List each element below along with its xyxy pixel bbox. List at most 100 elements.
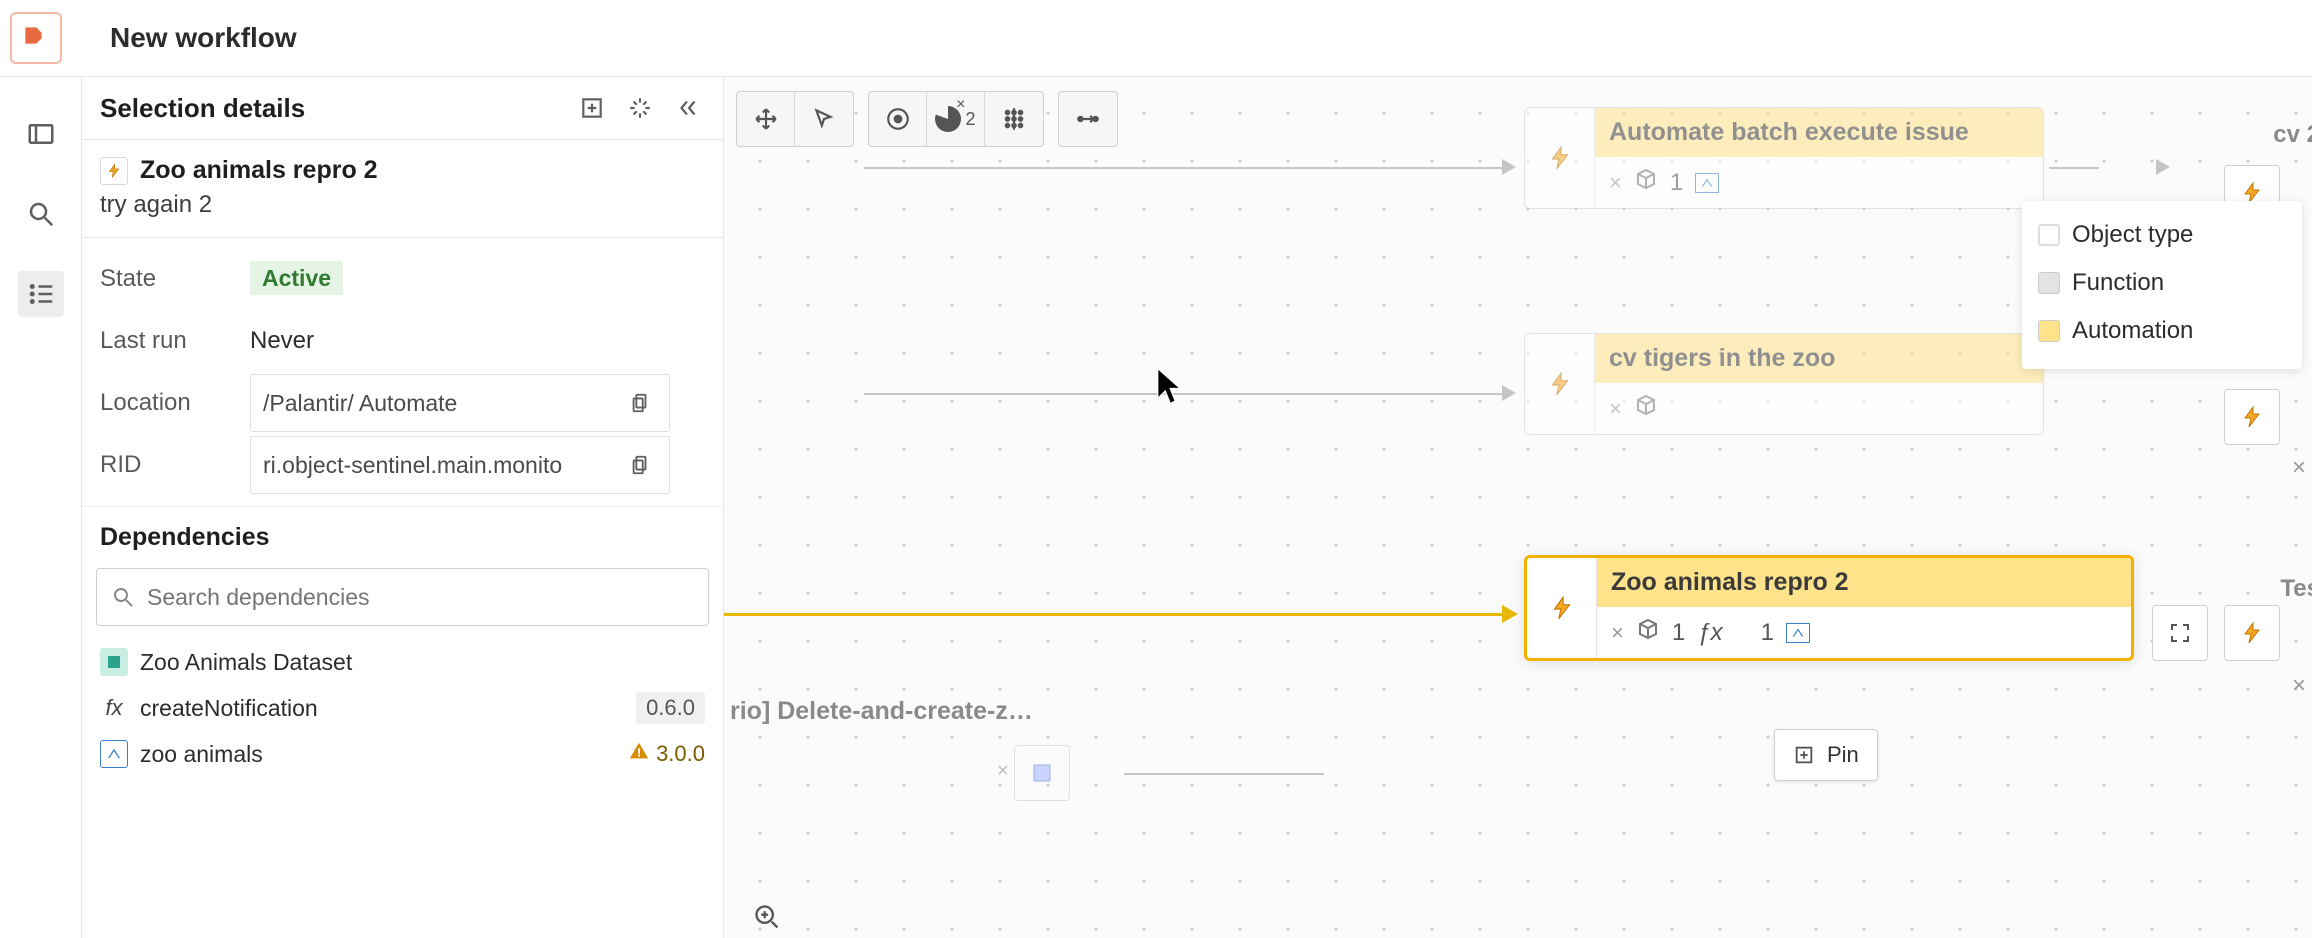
node-count: 1 [1761, 619, 1774, 647]
dependencies-title: Dependencies [82, 506, 723, 562]
search-icon[interactable] [18, 191, 64, 237]
automation-icon[interactable] [2224, 605, 2280, 661]
objecttype-icon [1695, 173, 1719, 193]
edge [2049, 167, 2099, 169]
cube-icon [1634, 167, 1658, 198]
node-title-truncated[interactable]: Tes [2280, 575, 2312, 603]
selection-subtitle: try again 2 [100, 191, 705, 219]
node-title-truncated[interactable]: cv 2 [2273, 121, 2312, 149]
progress-icon[interactable]: 2 [927, 92, 985, 146]
zoom-in-icon[interactable] [744, 898, 790, 936]
close-icon[interactable]: × [1611, 620, 1624, 646]
record-icon[interactable] [869, 92, 927, 146]
rid-key: RID [100, 451, 250, 479]
selection-details-panel: Selection details Zoo animals repro 2 tr… [82, 77, 724, 938]
legend-label: Automation [2072, 317, 2193, 345]
close-icon[interactable]: × [1609, 170, 1622, 196]
state-key: State [100, 265, 250, 293]
fx-icon: ƒx [1697, 619, 1722, 647]
dependency-version: 0.6.0 [636, 692, 705, 724]
edge [1124, 773, 1324, 775]
dependency-version: 3.0.0 [628, 740, 705, 768]
node-title-truncated[interactable]: rio] Delete-and-create-z… [730, 697, 1033, 726]
arrow-icon [1502, 385, 1516, 401]
location-field[interactable]: /Palantir/ Automate [250, 374, 670, 432]
lastrun-key: Last run [100, 327, 250, 355]
selection-properties: State Active Last run Never Location /Pa… [82, 238, 723, 506]
pin-panel-icon[interactable] [575, 91, 609, 125]
expand-icon[interactable] [2152, 605, 2208, 661]
grid-icon[interactable] [985, 92, 1043, 146]
pin-button[interactable]: Pin [1774, 729, 1878, 781]
close-icon[interactable]: × [1609, 396, 1622, 422]
automation-icon [1525, 334, 1595, 434]
selection-title: Zoo animals repro 2 [140, 156, 378, 185]
list-icon[interactable] [18, 271, 64, 317]
edge [864, 393, 1504, 395]
cursor-icon [1154, 365, 1184, 395]
automation-icon [1525, 108, 1595, 208]
left-rail [0, 77, 82, 938]
legend-swatch-function [2038, 272, 2060, 294]
focus-icon[interactable] [623, 91, 657, 125]
dependency-item[interactable]: zoo animals 3.0.0 [82, 732, 723, 776]
canvas-toolbar: 2 [736, 91, 1118, 147]
dependency-item[interactable]: fx createNotification 0.6.0 [82, 684, 723, 732]
copy-rid-icon[interactable] [623, 448, 657, 482]
automation-icon [1527, 558, 1597, 658]
cube-icon [1634, 393, 1658, 424]
selection-block: Zoo animals repro 2 try again 2 [82, 140, 723, 238]
function-icon: fx [100, 694, 128, 722]
lastrun-value: Never [250, 327, 314, 355]
edge-selected [724, 613, 1504, 616]
topbar: New workflow [0, 0, 2312, 77]
panel-icon[interactable] [18, 111, 64, 157]
dataset-node[interactable]: × [1014, 745, 1070, 801]
node-title: Automate batch execute issue [1595, 108, 2043, 157]
dependencies-search-input[interactable] [147, 584, 694, 611]
node-count: 1 [1672, 619, 1685, 647]
page-title: New workflow [110, 22, 297, 54]
select-tool-icon[interactable] [795, 92, 853, 146]
legend-swatch-object [2038, 224, 2060, 246]
dataset-icon [100, 648, 128, 676]
dependencies-search [96, 568, 709, 626]
automation-node[interactable]: cv tigers in the zoo × [1524, 333, 2044, 435]
automation-node-selected[interactable]: Zoo animals repro 2 × 1 ƒx 1 [1524, 555, 2134, 661]
arrow-icon [1502, 605, 1518, 623]
legend-label: Function [2072, 269, 2164, 297]
node-title: cv tigers in the zoo [1595, 334, 2043, 383]
flow-icon[interactable] [1059, 92, 1117, 146]
workflow-canvas[interactable]: 2 Object type Function Automation Automa… [724, 77, 2312, 938]
node-count: 1 [1670, 169, 1683, 197]
move-tool-icon[interactable] [737, 92, 795, 146]
legend-label: Object type [2072, 221, 2193, 249]
close-icon[interactable]: × [2286, 673, 2312, 699]
panel-title: Selection details [100, 93, 305, 124]
edge [864, 167, 1504, 169]
cube-icon [1636, 617, 1660, 648]
dependency-label: Zoo Animals Dataset [140, 649, 352, 676]
legend: Object type Function Automation [2022, 201, 2302, 369]
search-icon [111, 585, 135, 609]
objecttype-icon [1786, 623, 1810, 643]
arrow-icon [1502, 159, 1516, 175]
app-icon[interactable] [10, 12, 62, 64]
warning-icon [628, 740, 650, 768]
arrow-icon [2156, 159, 2170, 175]
collapse-icon[interactable] [671, 91, 705, 125]
dependency-item[interactable]: Zoo Animals Dataset [82, 640, 723, 684]
copy-location-icon[interactable] [623, 386, 657, 420]
panel-header: Selection details [82, 77, 723, 140]
node-title: Zoo animals repro 2 [1597, 558, 2131, 607]
dependency-label: createNotification [140, 695, 318, 722]
dependency-label: zoo animals [140, 741, 263, 768]
legend-swatch-automation [2038, 320, 2060, 342]
close-icon[interactable]: × [2286, 455, 2312, 481]
automation-icon[interactable] [2224, 389, 2280, 445]
automation-node[interactable]: Automate batch execute issue × 1 [1524, 107, 2044, 209]
location-key: Location [100, 389, 250, 417]
state-badge: Active [250, 261, 343, 295]
automation-icon [100, 157, 128, 185]
rid-field[interactable]: ri.object-sentinel.main.monito [250, 436, 670, 494]
